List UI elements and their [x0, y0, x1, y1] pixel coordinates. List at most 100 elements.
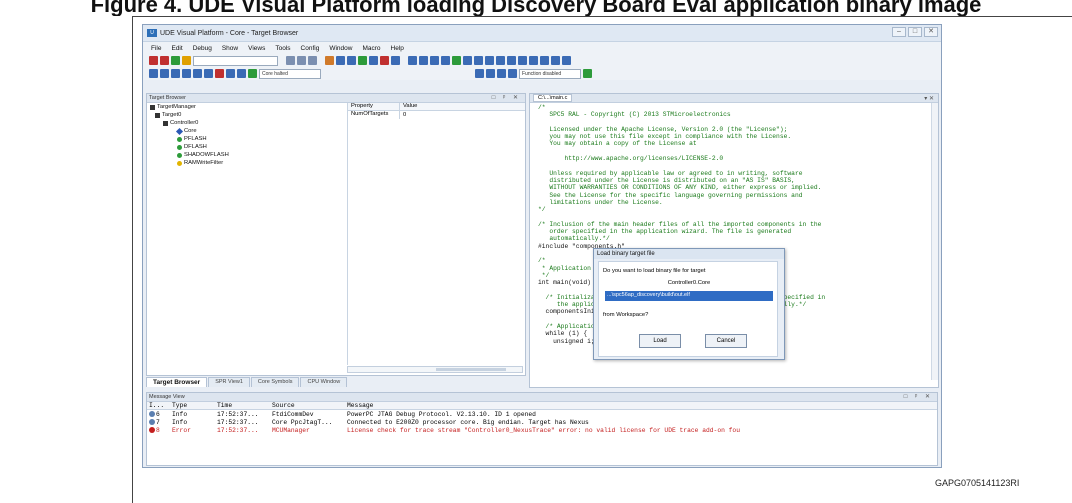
- menu-debug[interactable]: Debug: [193, 45, 212, 52]
- cancel-button[interactable]: Cancel: [705, 334, 747, 348]
- break-icon[interactable]: [149, 56, 158, 65]
- tree-item-ramwritefilter[interactable]: RAMWriteFilter: [177, 160, 223, 166]
- window4-icon[interactable]: [441, 56, 450, 65]
- window13-icon[interactable]: [540, 56, 549, 65]
- tree-item-target0[interactable]: Target0: [155, 112, 181, 118]
- tree-item-pflash[interactable]: PFLASH: [177, 136, 207, 142]
- menu-window[interactable]: Window: [329, 45, 352, 52]
- trace-icon[interactable]: [391, 56, 400, 65]
- menu-help[interactable]: Help: [391, 45, 404, 52]
- window6-icon[interactable]: [463, 56, 472, 65]
- message-row[interactable]: 8 Error 17:52:37... MCUManager License c…: [147, 426, 937, 434]
- window12-icon[interactable]: [529, 56, 538, 65]
- menu-macro[interactable]: Macro: [362, 45, 380, 52]
- window11-icon[interactable]: [518, 56, 527, 65]
- misc1-icon[interactable]: [475, 69, 484, 78]
- stop-icon[interactable]: [215, 69, 224, 78]
- property-grid: Property Value NumOfTargets 0: [347, 103, 525, 365]
- horizontal-scrollbar[interactable]: [347, 366, 523, 373]
- core-state-combo[interactable]: Core halted: [259, 68, 321, 79]
- halt-icon[interactable]: [160, 56, 169, 65]
- misc3-icon[interactable]: [497, 69, 506, 78]
- cut-icon[interactable]: [286, 56, 295, 65]
- run-icon[interactable]: [171, 56, 180, 65]
- menu-edit[interactable]: Edit: [171, 45, 182, 52]
- scroll-thumb[interactable]: [436, 368, 506, 371]
- code-line: distributed under the License is distrib…: [538, 176, 795, 184]
- tree-item-dflash[interactable]: DFLASH: [177, 144, 207, 150]
- tree-item-controller0[interactable]: Controller0: [163, 120, 198, 126]
- panel-title: Target Browser: [149, 95, 186, 101]
- dialog-title: Load binary target file: [594, 249, 784, 259]
- maximize-button[interactable]: □: [908, 27, 922, 37]
- tab-spr-view[interactable]: SPR View1: [208, 377, 250, 387]
- tree-item-targetmanager[interactable]: TargetManager: [150, 104, 196, 110]
- open-icon[interactable]: [336, 56, 345, 65]
- window7-icon[interactable]: [474, 56, 483, 65]
- copy-icon[interactable]: [297, 56, 306, 65]
- col-id[interactable]: I...: [147, 402, 170, 409]
- menu-file[interactable]: File: [151, 45, 161, 52]
- core-icon: [175, 127, 184, 135]
- watch-icon[interactable]: [380, 56, 389, 65]
- window15-icon[interactable]: [562, 56, 571, 65]
- window8-icon[interactable]: [485, 56, 494, 65]
- col-type[interactable]: Type: [170, 402, 215, 409]
- col-source[interactable]: Source: [270, 402, 345, 409]
- step-out-icon[interactable]: [171, 69, 180, 78]
- window10-icon[interactable]: [507, 56, 516, 65]
- menu-show[interactable]: Show: [222, 45, 238, 52]
- editor-controls[interactable]: ▾ ✕: [924, 95, 934, 102]
- tab-cpu-window[interactable]: CPU Window: [300, 377, 348, 387]
- menu-tools[interactable]: Tools: [275, 45, 290, 52]
- property-row[interactable]: NumOfTargets 0: [348, 111, 525, 119]
- step-into-icon[interactable]: [149, 69, 158, 78]
- tree-item-shadowflash[interactable]: SHADOWFLASH: [177, 152, 229, 158]
- message-view-controls[interactable]: □ ᵖ ✕: [904, 393, 933, 400]
- col-message[interactable]: Message: [345, 402, 937, 409]
- tab-core-symbols[interactable]: Core Symbols: [250, 377, 300, 387]
- window2-icon[interactable]: [419, 56, 428, 65]
- step-line-icon[interactable]: [193, 69, 202, 78]
- window9-icon[interactable]: [496, 56, 505, 65]
- menu-config[interactable]: Config: [301, 45, 320, 52]
- misc2-icon[interactable]: [486, 69, 495, 78]
- breakpoint-icon[interactable]: [226, 69, 235, 78]
- panel-controls[interactable]: □ ᵖ ✕: [492, 94, 521, 101]
- binary-path-field[interactable]: ...\spc56ap_discovery\build\out.elf: [605, 291, 773, 301]
- menu-bar: File Edit Debug Show Views Tools Config …: [143, 42, 941, 54]
- close-button[interactable]: ✕: [924, 27, 938, 37]
- window14-icon[interactable]: [551, 56, 560, 65]
- col-time[interactable]: Time: [215, 402, 270, 409]
- reset-icon[interactable]: [182, 56, 191, 65]
- cpu-icon[interactable]: [237, 69, 246, 78]
- misc4-icon[interactable]: [508, 69, 517, 78]
- paste-icon[interactable]: [308, 56, 317, 65]
- window5-icon[interactable]: [452, 56, 461, 65]
- misc5-icon[interactable]: [583, 69, 592, 78]
- menu-views[interactable]: Views: [248, 45, 265, 52]
- tab-target-browser[interactable]: Target Browser: [146, 377, 208, 387]
- run-to-icon[interactable]: [204, 69, 213, 78]
- save-icon[interactable]: [347, 56, 356, 65]
- memory-icon[interactable]: [358, 56, 367, 65]
- editor-tab-main[interactable]: C:\...\main.c: [533, 94, 573, 102]
- value-col-header[interactable]: Value: [400, 103, 417, 110]
- new-icon[interactable]: [325, 56, 334, 65]
- message-row[interactable]: 7 Info 17:52:37... Core PpcJtagT... Conn…: [147, 418, 937, 426]
- window3-icon[interactable]: [430, 56, 439, 65]
- property-col-header[interactable]: Property: [348, 103, 400, 110]
- step-asm-icon[interactable]: [182, 69, 191, 78]
- tree-item-core[interactable]: Core: [175, 127, 197, 135]
- vertical-scrollbar[interactable]: [931, 103, 938, 380]
- core-select[interactable]: [193, 55, 278, 66]
- register-icon[interactable]: [369, 56, 378, 65]
- message-row[interactable]: 6 Info 17:52:37... FtdiCommDev PowerPC J…: [147, 410, 937, 418]
- program-icon[interactable]: [248, 69, 257, 78]
- minimize-button[interactable]: –: [892, 27, 906, 37]
- step-over-icon[interactable]: [160, 69, 169, 78]
- window1-icon[interactable]: [408, 56, 417, 65]
- function-combo[interactable]: Function disabled: [519, 68, 581, 79]
- load-button[interactable]: Load: [639, 334, 681, 348]
